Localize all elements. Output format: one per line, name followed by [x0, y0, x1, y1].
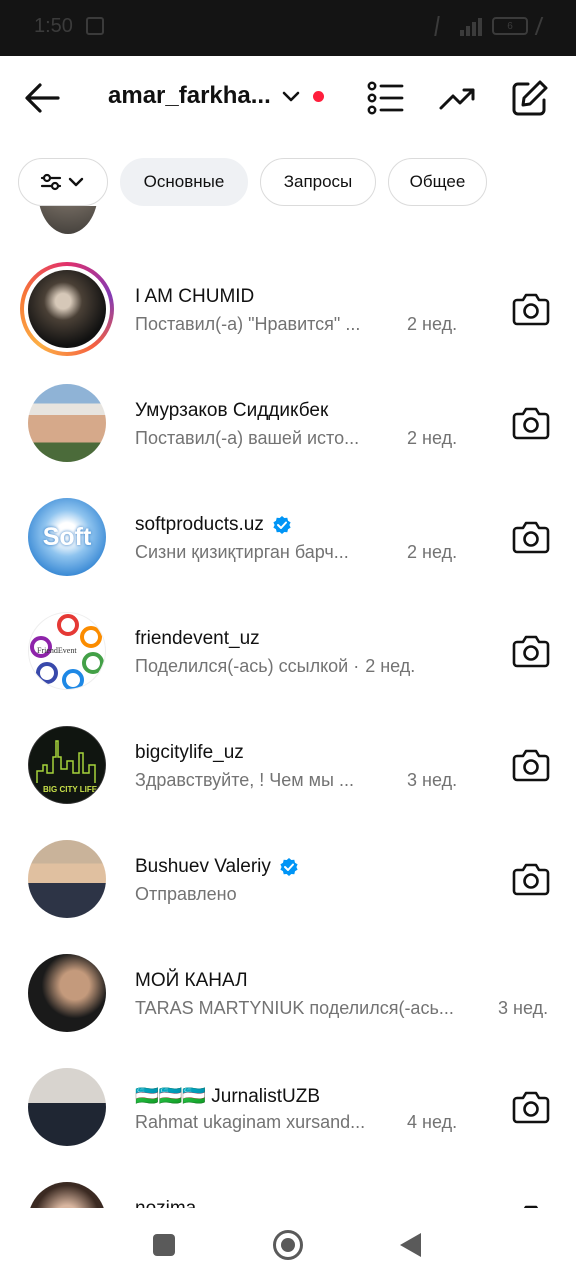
conversation-name: bigcitylife_uz — [135, 742, 244, 763]
list-item[interactable]: 🇺🇿🇺🇿🇺🇿 JurnalistUZB Rahmat ukaginam xurs… — [0, 1053, 576, 1167]
tab-requests-label: Запросы — [283, 172, 353, 191]
notification-icon — [86, 17, 104, 35]
avatar[interactable] — [28, 270, 106, 348]
home-button[interactable] — [273, 1230, 303, 1260]
filter-chips: Основные Запросы Общее — [0, 158, 576, 206]
avatar[interactable]: FriendEvent — [28, 612, 106, 690]
camera-icon[interactable] — [512, 634, 550, 668]
conversation-preview: Поделился(-ась) ссылкой · 2 нед. — [135, 656, 416, 676]
list-item[interactable]: BIG CITY LIFE bigcitylife_uz Здравствуйт… — [0, 711, 576, 825]
conversation-name: I AM CHUMID — [135, 286, 255, 307]
verified-badge-icon — [280, 858, 298, 876]
tab-general-label: Общее — [409, 172, 466, 191]
tab-requests[interactable]: Запросы — [260, 158, 376, 206]
list-item[interactable]: I AM CHUMID Поставил(-а) "Нравится" ... 2… — [0, 255, 576, 369]
tab-general[interactable]: Общее — [388, 158, 487, 206]
bluetooth-icon — [434, 16, 452, 36]
conversation-name: 🇺🇿🇺🇿🇺🇿 JurnalistUZB — [135, 1086, 320, 1107]
avatar-logo-text: FriendEvent — [37, 646, 77, 655]
status-bar: 1:50 6 — [0, 0, 576, 56]
camera-icon[interactable] — [512, 748, 550, 782]
camera-icon[interactable] — [512, 1090, 550, 1124]
list-icon[interactable] — [366, 78, 406, 118]
list-item[interactable]: Bushuev Valeriy Отправлено — [0, 825, 576, 939]
verified-badge-icon — [273, 516, 291, 534]
tab-primary[interactable]: Основные — [120, 158, 248, 206]
camera-icon[interactable] — [512, 520, 550, 554]
conversation-preview: Rahmat ukaginam xursand... 4 нед. — [135, 1112, 458, 1132]
avatar[interactable] — [28, 384, 106, 462]
camera-icon[interactable] — [512, 292, 550, 326]
list-item[interactable]: FriendEvent friendevent_uz Поделился(-ас… — [0, 597, 576, 711]
signal-icon — [460, 16, 482, 36]
list-item[interactable]: nozima — [0, 1167, 576, 1208]
tab-primary-label: Основные — [143, 172, 225, 191]
conversation-preview: TARAS MARTYNIUK поделился(-ась... 3 нед. — [135, 998, 549, 1018]
conversation-preview: Поставил(-а) "Нравится" ... 2 нед. — [135, 314, 458, 334]
charging-icon — [534, 17, 550, 35]
camera-icon[interactable] — [512, 862, 550, 896]
avatar-logo-text: Soft — [42, 522, 92, 551]
list-item[interactable]: Soft softproducts.uz Сизни қизиқтирган б… — [0, 483, 576, 597]
conversation-name: МОЙ КАНАЛ — [135, 970, 248, 991]
chevron-down-icon — [282, 91, 300, 102]
avatar[interactable] — [28, 1068, 106, 1146]
battery-icon: 6 — [492, 17, 528, 35]
list-item[interactable]: Умурзаков Сиддикбек Поставил(-а) вашей и… — [0, 369, 576, 483]
conversation-preview: Поставил(-а) вашей исто... 2 нед. — [135, 428, 458, 448]
trending-icon[interactable] — [438, 78, 478, 118]
conversation-name: nozima — [135, 1198, 196, 1208]
avatar[interactable] — [28, 840, 106, 918]
conversation-name: Bushuev Valeriy — [135, 856, 299, 878]
status-icons: 6 — [434, 16, 550, 36]
avatar[interactable] — [28, 954, 106, 1032]
back-button[interactable] — [400, 1233, 421, 1257]
conversation-name: Умурзаков Сиддикбек — [135, 400, 329, 421]
conversation-preview: Здравствуйте, ! Чем мы ... 3 нед. — [135, 770, 458, 790]
sliders-icon — [40, 173, 84, 191]
account-switcher[interactable]: amar_farkha... — [108, 82, 324, 110]
back-arrow-icon[interactable] — [20, 78, 64, 118]
camera-icon[interactable] — [512, 406, 550, 440]
avatar[interactable]: BIG CITY LIFE — [28, 726, 106, 804]
avatar[interactable] — [38, 206, 98, 234]
compose-icon[interactable] — [510, 78, 550, 118]
conversation-name: friendevent_uz — [135, 628, 260, 649]
conversation-preview: Сизни қизиқтирган барч... 2 нед. — [135, 542, 458, 562]
system-nav-bar — [0, 1208, 576, 1280]
account-name: amar_farkha... — [108, 82, 271, 109]
avatar-logo-text: BIG CITY LIFE — [43, 785, 98, 794]
notification-dot — [312, 90, 324, 102]
app-header: amar_farkha... — [0, 56, 576, 140]
conversation-name: softproducts.uz — [135, 514, 292, 536]
avatar[interactable]: Soft — [28, 498, 106, 576]
status-time: 1:50 — [34, 15, 73, 37]
list-item[interactable]: МОЙ КАНАЛ TARAS MARTYNIUK поделился(-ась… — [0, 939, 576, 1053]
conversation-list: I AM CHUMID Поставил(-а) "Нравится" ... 2… — [0, 206, 576, 1208]
recent-apps-button[interactable] — [153, 1234, 175, 1256]
filter-settings-button[interactable] — [18, 158, 108, 206]
conversation-preview: Отправлено — [135, 884, 237, 904]
avatar[interactable] — [28, 1182, 106, 1208]
